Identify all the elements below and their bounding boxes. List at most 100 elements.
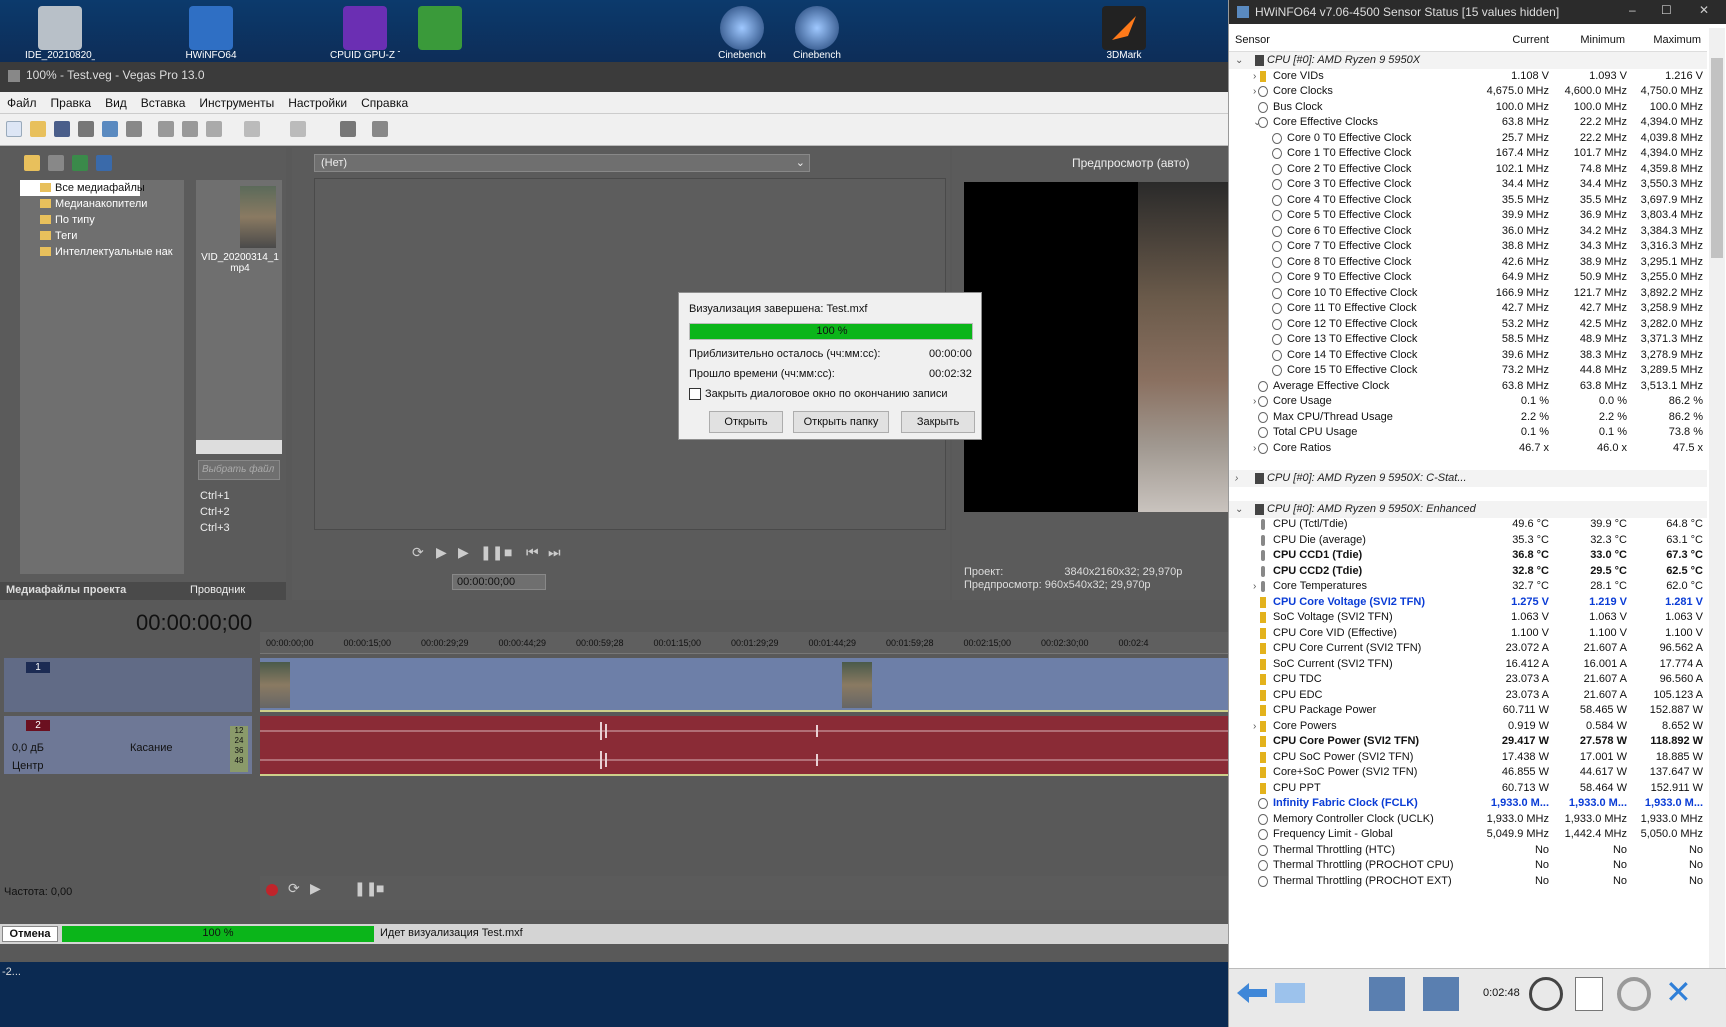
menu-file[interactable]: Файл (0, 92, 44, 110)
sensor-row[interactable]: CPU Core Voltage (SVI2 TFN) 1.275 V 1.219 … (1229, 594, 1707, 611)
menu-help[interactable]: Справка (354, 92, 415, 110)
automation-mode[interactable]: Касание (130, 742, 172, 754)
video-clip-thumb[interactable] (842, 662, 872, 708)
stop-icon[interactable]: ■ (504, 544, 512, 560)
sensor-row[interactable]: Core 8 T0 Effective Clock 42.6 MHz 38.9 MH… (1229, 254, 1707, 271)
sensor-row[interactable]: Core 0 T0 Effective Clock 25.7 MHz 22.2 MH… (1229, 130, 1707, 147)
col-current[interactable]: Current (1475, 34, 1549, 46)
sensor-row[interactable]: Core 11 T0 Effective Clock 42.7 MHz 42.7 M… (1229, 300, 1707, 317)
preview-mode[interactable]: Предпросмотр (авто) (1072, 156, 1190, 170)
network-icon[interactable] (1423, 977, 1459, 1011)
sensor-row[interactable]: Core 6 T0 Effective Clock 36.0 MHz 34.2 MH… (1229, 223, 1707, 240)
sensor-row[interactable]: › Core Powers 0.919 W 0.584 W 8.652 W (1229, 718, 1707, 735)
col-maximum[interactable]: Maximum (1627, 34, 1701, 46)
media-search-field[interactable]: Выбрать файл (198, 460, 280, 480)
open-icon[interactable] (30, 121, 46, 137)
sensor-row[interactable]: CPU PPT 60.713 W 58.464 W 152.911 W (1229, 780, 1707, 797)
refresh-icon[interactable] (72, 155, 88, 171)
sensor-row[interactable]: Max CPU/Thread Usage 2.2 % 2.2 % 86.2 % (1229, 409, 1707, 426)
minimize-icon[interactable]: – (1629, 3, 1636, 17)
open-folder-button[interactable]: Открыть папку (793, 411, 889, 433)
chevron-right-icon[interactable]: › (1253, 68, 1256, 85)
chevron-down-icon[interactable]: ⌄ (1235, 501, 1243, 518)
sensor-row[interactable]: Core 7 T0 Effective Clock 38.8 MHz 34.3 MH… (1229, 238, 1707, 255)
stop-icon[interactable]: ■ (376, 880, 384, 896)
paste-icon[interactable] (206, 121, 222, 137)
col-sensor[interactable]: Sensor (1235, 34, 1270, 46)
pause-icon[interactable]: ❚❚ (354, 880, 377, 897)
desktop-icon-cinebench-1[interactable]: Cinebench (707, 2, 777, 62)
forward-arrow-icon[interactable] (1275, 983, 1305, 1003)
tab-explorer[interactable]: Проводник (190, 584, 245, 596)
chevron-right-icon[interactable]: › (1253, 578, 1256, 595)
chevron-right-icon[interactable]: › (1253, 83, 1256, 100)
properties-icon[interactable] (126, 121, 142, 137)
scroll-thumb[interactable] (1711, 58, 1723, 258)
loop-icon[interactable]: ⟳ (288, 880, 300, 897)
play-icon[interactable]: ▶ (310, 880, 321, 897)
sensor-row[interactable]: CPU SoC Power (SVI2 TFN) 17.438 W 17.001 W… (1229, 749, 1707, 766)
chevron-down-icon[interactable]: ⌄ (1235, 52, 1243, 69)
media-item-name[interactable]: VID_20200314_1 mp4 (198, 252, 282, 274)
sensor-row[interactable]: Core 1 T0 Effective Clock 167.4 MHz 101.7 … (1229, 145, 1707, 162)
media-thumbnail[interactable] (240, 186, 276, 248)
sensor-row[interactable]: CPU CCD2 (Tdie) 32.8 °C 29.5 °C 62.5 °C (1229, 563, 1707, 580)
search-icon[interactable] (96, 155, 112, 171)
sensor-row[interactable]: CPU Package Power 60.711 W 58.465 W 152.887… (1229, 702, 1707, 719)
chevron-right-icon[interactable]: › (1253, 718, 1256, 735)
media-hscrollbar[interactable] (196, 440, 282, 454)
sensor-row[interactable]: CPU CCD1 (Tdie) 36.8 °C 33.0 °C 67.3 °C (1229, 547, 1707, 564)
audio-track-header[interactable]: 2 0,0 дБ Центр Касание 12 24 36 48 (4, 716, 252, 774)
menu-tools[interactable]: Инструменты (192, 92, 281, 110)
next-icon[interactable]: ⏭ (548, 544, 561, 561)
tree-item-tags[interactable]: Теги (20, 228, 184, 244)
sensor-row[interactable]: Core 3 T0 Effective Clock 34.4 MHz 34.4 MH… (1229, 176, 1707, 193)
redo-icon[interactable] (290, 121, 306, 137)
sensor-row[interactable]: Core 4 T0 Effective Clock 35.5 MHz 35.5 MH… (1229, 192, 1707, 209)
sensor-row[interactable]: CPU Core Power (SVI2 TFN) 29.417 W 27.578 … (1229, 733, 1707, 750)
copy-icon[interactable] (182, 121, 198, 137)
desktop-icon-gpuz[interactable]: CPUID GPU-Z TechPowerUp (330, 2, 400, 62)
sensor-row[interactable]: CPU Core VID (Effective) 1.100 V 1.100 V 1.… (1229, 625, 1707, 642)
sensor-row[interactable]: Bus Clock 100.0 MHz 100.0 MHz 100.0 MHz (1229, 99, 1707, 116)
sensor-row[interactable]: CPU Core Current (SVI2 TFN) 23.072 A 21.60… (1229, 640, 1707, 657)
sensor-row[interactable]: › Core VIDs 1.108 V 1.093 V 1.216 V (1229, 68, 1707, 85)
chevron-right-icon[interactable]: › (1253, 440, 1256, 457)
sensor-row[interactable]: Core 15 T0 Effective Clock 73.2 MHz 44.8 M… (1229, 362, 1707, 379)
record-icon[interactable] (266, 884, 278, 896)
sensor-row[interactable]: CPU EDC 23.073 A 21.607 A 105.123 A (1229, 687, 1707, 704)
menu-options[interactable]: Настройки (281, 92, 354, 110)
menu-edit[interactable]: Правка (44, 92, 99, 110)
sensor-group-row[interactable]: › CPU [#0]: AMD Ryzen 9 5950X: C-Stat... (1229, 470, 1707, 487)
back-arrow-icon[interactable] (1237, 983, 1267, 1003)
sensor-row[interactable]: SoC Current (SVI2 TFN) 16.412 A 16.001 A 17… (1229, 656, 1707, 673)
render-icon[interactable] (102, 121, 118, 137)
close-icon[interactable]: ✕ (1665, 973, 1692, 1011)
audio-track[interactable] (260, 716, 1228, 776)
sensor-row[interactable]: › Core Ratios 46.7 x 46.0 x 47.5 x (1229, 440, 1707, 457)
sensor-scrollbar[interactable] (1709, 28, 1725, 968)
tab-project-media[interactable]: Медиафайлы проекта (6, 584, 126, 596)
tree-item-all-media[interactable]: Все медиафайлы (20, 180, 145, 196)
clock-icon[interactable] (1529, 977, 1563, 1011)
sensor-row[interactable]: › Core Clocks 4,675.0 MHz 4,600.0 MHz 4,750.… (1229, 83, 1707, 100)
sensor-row[interactable]: Frequency Limit - Global 5,049.9 MHz 1,442… (1229, 826, 1707, 843)
sensor-row[interactable]: › Core Usage 0.1 % 0.0 % 86.2 % (1229, 393, 1707, 410)
menu-insert[interactable]: Вставка (134, 92, 193, 110)
desktop-icon-hwinfo[interactable]: HWiNFO64 (176, 2, 246, 62)
sensor-row[interactable]: Core 12 T0 Effective Clock 53.2 MHz 42.5 M… (1229, 316, 1707, 333)
sensor-row[interactable]: Infinity Fabric Clock (FCLK) 1,933.0 M...… (1229, 795, 1707, 812)
monitor-icon[interactable] (1369, 977, 1405, 1011)
save-as-icon[interactable] (78, 121, 94, 137)
col-minimum[interactable]: Minimum (1551, 34, 1625, 46)
sensor-row[interactable]: › Core Temperatures 32.7 °C 28.1 °C 62.0 °C (1229, 578, 1707, 595)
desktop-icon-folder[interactable]: IDE_20210820_1 (25, 2, 95, 62)
sensor-row[interactable]: Total CPU Usage 0.1 % 0.1 % 73.8 % (1229, 424, 1707, 441)
undo-icon[interactable] (244, 121, 260, 137)
settings-icon[interactable] (1617, 977, 1651, 1011)
new-icon[interactable] (6, 121, 22, 137)
maximize-icon[interactable]: ☐ (1661, 3, 1672, 17)
sensor-row[interactable]: Thermal Throttling (HTC) No No No (1229, 842, 1707, 859)
sensor-row[interactable]: Thermal Throttling (PROCHOT CPU) No No No (1229, 857, 1707, 874)
sensor-row[interactable]: Memory Controller Clock (UCLK) 1,933.0 MH… (1229, 811, 1707, 828)
